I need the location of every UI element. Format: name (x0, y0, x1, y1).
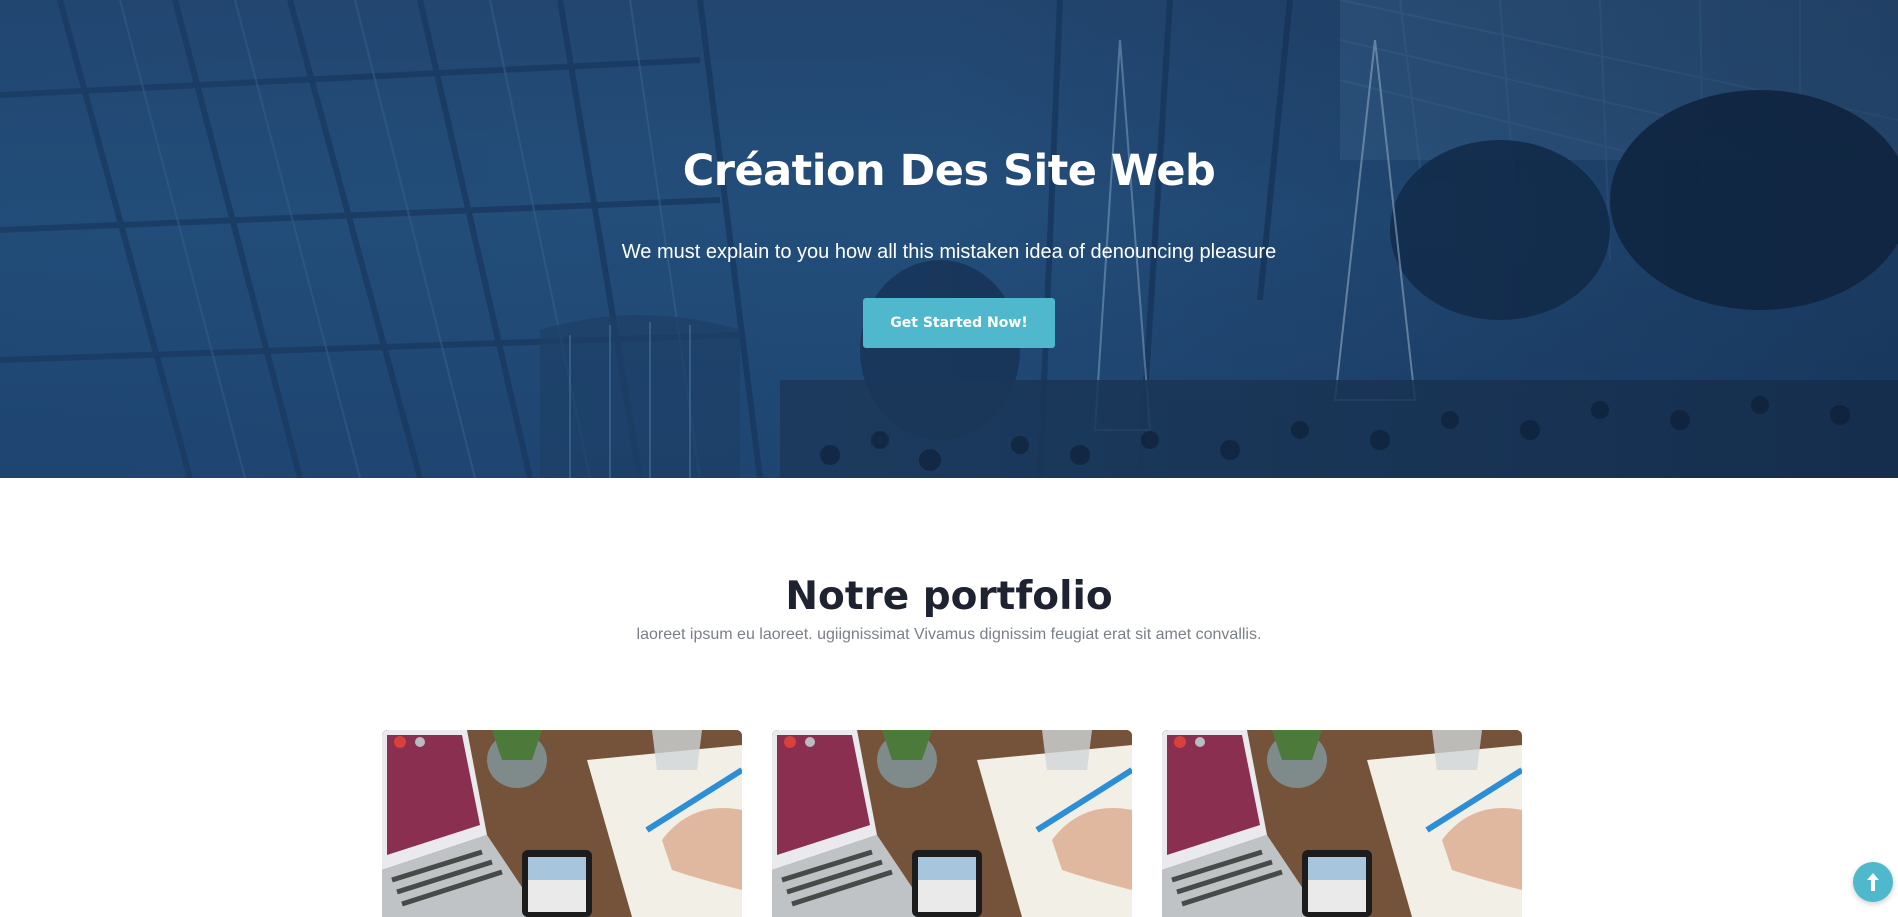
portfolio-image (382, 730, 742, 917)
arrow-up-icon (1867, 873, 1879, 891)
get-started-button[interactable]: Get Started Now! (863, 298, 1055, 348)
hero-overlay (0, 0, 1898, 478)
portfolio-item[interactable] (382, 730, 742, 917)
hero-subtitle: We must explain to you how all this mist… (621, 241, 1277, 263)
portfolio-item[interactable] (772, 730, 1132, 917)
hero-section: Création Des Site Web We must explain to… (0, 0, 1898, 478)
portfolio-item[interactable] (1162, 730, 1522, 917)
back-to-top-button[interactable] (1853, 862, 1893, 902)
portfolio-subtitle: laoreet ipsum eu laoreet. ugiignissimat … (636, 626, 1262, 643)
hero-title: Création Des Site Web (682, 146, 1216, 196)
portfolio-title: Notre portfolio (785, 574, 1113, 619)
portfolio-image (772, 730, 1132, 917)
portfolio-image (1162, 730, 1522, 917)
